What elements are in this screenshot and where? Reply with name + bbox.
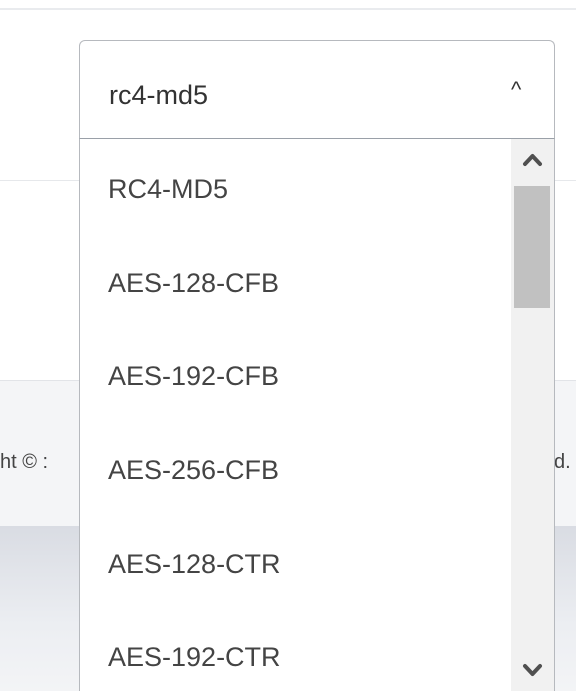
scroll-down-button[interactable]: [511, 649, 554, 691]
encryption-method-options-list[interactable]: RC4-MD5 AES-128-CFB AES-192-CFB AES-256-…: [79, 138, 555, 691]
encryption-method-select[interactable]: rc4-md5 ^: [79, 40, 555, 138]
chevron-up-icon: [523, 154, 542, 166]
option-aes-128-ctr[interactable]: AES-128-CTR: [108, 549, 281, 580]
option-aes-256-cfb[interactable]: AES-256-CFB: [108, 455, 279, 486]
divider: [0, 8, 576, 10]
option-aes-192-cfb[interactable]: AES-192-CFB: [108, 361, 279, 392]
footer-copyright-text: ht © :: [0, 451, 49, 473]
select-current-value: rc4-md5: [109, 80, 209, 110]
option-aes-192-ctr[interactable]: AES-192-CTR: [108, 642, 281, 673]
footer-rights-text: d.: [554, 451, 571, 473]
chevron-down-icon: [523, 664, 542, 676]
dropdown-scrollbar[interactable]: [511, 139, 554, 691]
chevron-up-icon: ^: [511, 77, 522, 102]
scroll-up-button[interactable]: [511, 139, 554, 181]
option-aes-128-cfb[interactable]: AES-128-CFB: [108, 268, 279, 299]
option-rc4-md5[interactable]: RC4-MD5: [108, 174, 228, 205]
scrollbar-thumb[interactable]: [514, 186, 550, 308]
